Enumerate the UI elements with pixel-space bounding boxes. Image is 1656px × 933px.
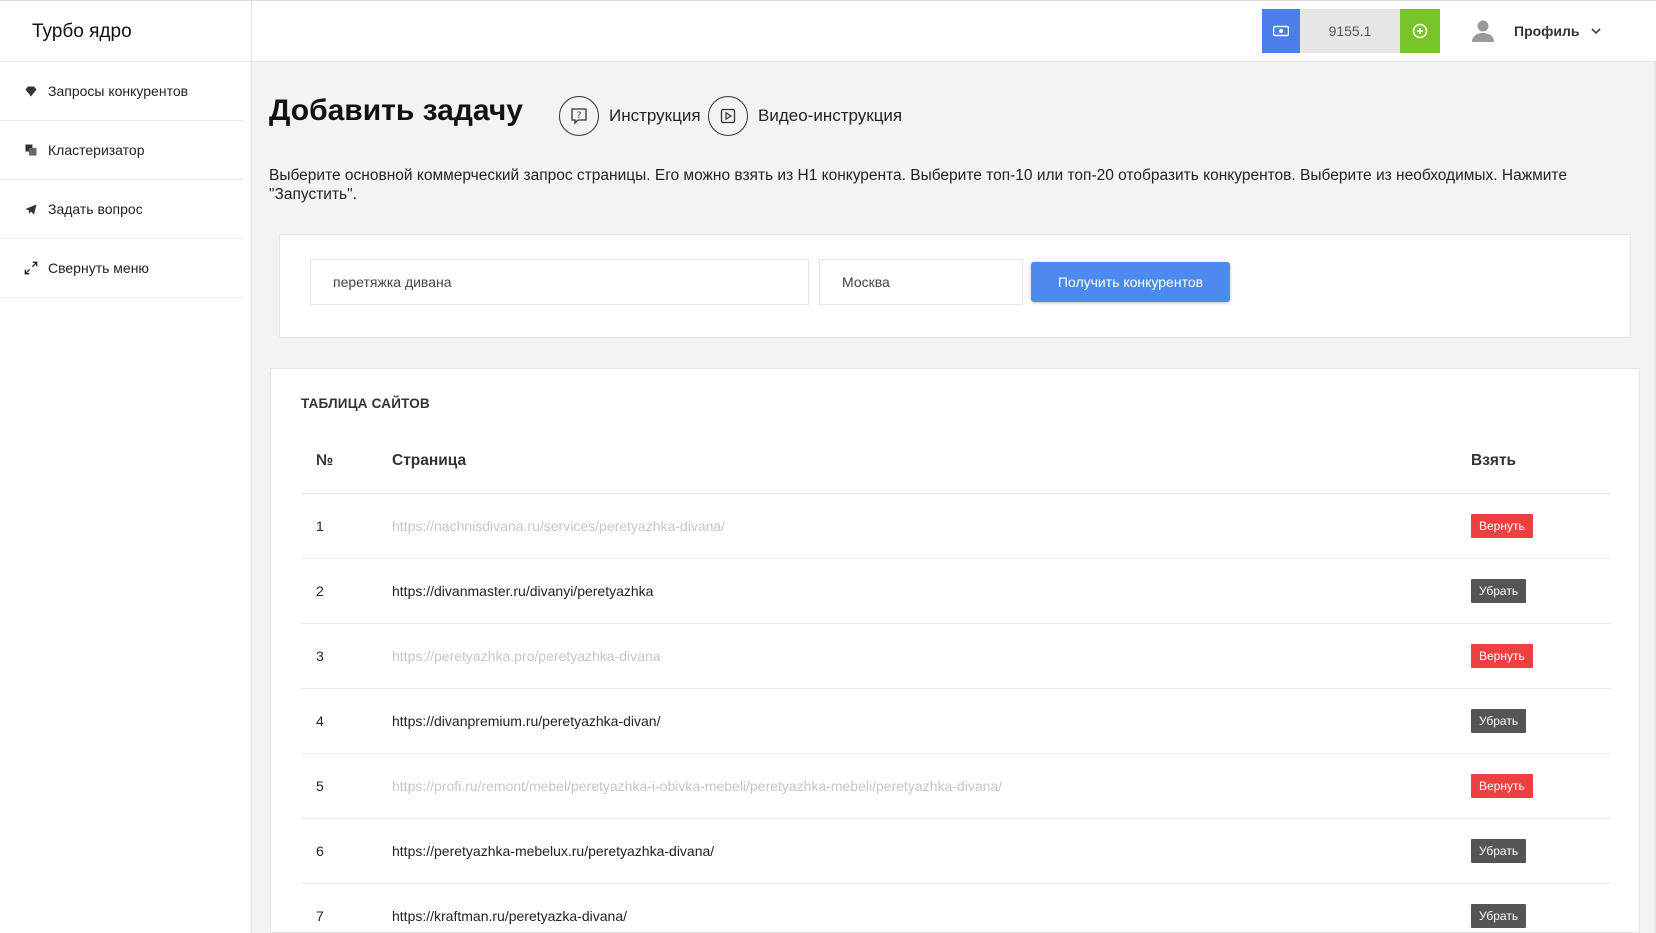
row-number: 4	[316, 713, 324, 729]
telegram-icon	[24, 204, 38, 215]
instruction-link[interactable]: ? Инструкция	[559, 96, 701, 136]
return-button[interactable]: Вернуть	[1471, 514, 1533, 538]
video-instruction-label: Видео-инструкция	[758, 106, 903, 125]
diamond-icon	[24, 86, 38, 97]
question-icon: ?	[559, 96, 599, 136]
table-row: 5 https://profi.ru/remont/mebel/peretyazh…	[301, 754, 1611, 819]
region-input[interactable]	[819, 259, 1023, 305]
profile-label: Профиль	[1514, 23, 1580, 39]
row-action-cell: Вернуть	[1471, 774, 1533, 798]
row-url-link[interactable]: https://kraftman.ru/peretyazka-divana/	[392, 908, 627, 924]
sidebar: Запросы конкурентов Кластеризатор Задать…	[0, 62, 252, 933]
query-input[interactable]	[310, 259, 809, 305]
top-bar: Турбо ядро 9155.1 Профиль	[0, 0, 1656, 63]
sidebar-item-label: Кластеризатор	[48, 142, 145, 158]
row-url-link[interactable]: https://nachnisdivana.ru/services/perety…	[392, 518, 725, 534]
table-title: ТАБЛИЦА САЙТОВ	[301, 396, 430, 411]
query-form: Получить конкурентов	[279, 234, 1631, 338]
row-action-cell: Убрать	[1471, 709, 1527, 733]
row-url-link[interactable]: https://profi.ru/remont/mebel/peretyazhk…	[392, 778, 1002, 794]
row-number: 6	[316, 843, 324, 859]
svg-text:?: ?	[577, 111, 582, 121]
row-url-link[interactable]: https://divanmaster.ru/divanyi/peretyazh…	[392, 583, 653, 599]
sites-table: № Страница Взять 1 https://nachnisdivana.…	[301, 429, 1611, 932]
row-action-cell: Вернуть	[1471, 644, 1533, 668]
sidebar-item-ask-question[interactable]: Задать вопрос	[0, 180, 243, 239]
video-instruction-link[interactable]: Видео-инструкция	[708, 96, 902, 136]
return-button[interactable]: Вернуть	[1471, 774, 1533, 798]
row-number: 3	[316, 648, 324, 664]
instruction-label: Инструкция	[609, 106, 701, 125]
remove-button[interactable]: Убрать	[1471, 709, 1527, 733]
sidebar-item-label: Свернуть меню	[48, 260, 149, 276]
table-row: 3 https://peretyazhka.pro/peretyazhka-div…	[301, 624, 1611, 689]
page-title: Добавить задачу	[269, 94, 523, 127]
app-title[interactable]: Турбо ядро	[0, 1, 252, 63]
row-action-cell: Убрать	[1471, 839, 1527, 863]
row-action-cell: Убрать	[1471, 904, 1527, 928]
plus-circle-icon	[1412, 23, 1428, 39]
balance-widget: 9155.1	[1262, 9, 1440, 53]
sidebar-item-label: Запросы конкурентов	[48, 83, 189, 99]
row-url-link[interactable]: https://divanpremium.ru/peretyazhka-diva…	[392, 713, 660, 729]
add-funds-button[interactable]	[1400, 9, 1440, 53]
header-num: №	[316, 452, 334, 469]
sidebar-item-clusterizer[interactable]: Кластеризатор	[0, 121, 243, 180]
header-take: Взять	[1471, 452, 1517, 469]
table-header-row: № Страница Взять	[301, 429, 1611, 494]
row-url-link[interactable]: https://peretyazhka-mebelux.ru/peretyazh…	[392, 843, 714, 859]
wallet-icon[interactable]	[1262, 9, 1300, 53]
sidebar-item-competitor-queries[interactable]: Запросы конкурентов	[0, 62, 243, 121]
play-icon	[708, 96, 748, 136]
table-row: 6 https://peretyazhka-mebelux.ru/peretyaz…	[301, 819, 1611, 884]
layers-icon	[24, 144, 38, 156]
sidebar-item-collapse-menu[interactable]: Свернуть меню	[0, 239, 243, 298]
row-number: 2	[316, 583, 324, 599]
row-action-cell: Убрать	[1471, 579, 1527, 603]
chevron-down-icon	[1590, 28, 1601, 35]
return-button[interactable]: Вернуть	[1471, 644, 1533, 668]
sites-table-card: ТАБЛИЦА САЙТОВ № Страница Взять 1 https:/…	[270, 368, 1640, 933]
profile-menu[interactable]: Профиль	[1470, 9, 1602, 53]
row-number: 1	[316, 518, 324, 534]
table-row: 7 https://kraftman.ru/peretyazka-divana/У…	[301, 884, 1611, 932]
row-action-cell: Вернуть	[1471, 514, 1533, 538]
expand-icon	[24, 260, 38, 276]
table-row: 4 https://divanpremium.ru/peretyazhka-div…	[301, 689, 1611, 754]
balance-value: 9155.1	[1300, 9, 1400, 53]
remove-button[interactable]: Убрать	[1471, 579, 1527, 603]
sidebar-item-label: Задать вопрос	[48, 201, 143, 217]
table-row: 1 https://nachnisdivana.ru/services/peret…	[301, 494, 1611, 559]
remove-button[interactable]: Убрать	[1471, 904, 1527, 928]
header-page: Страница	[392, 452, 467, 469]
row-number: 7	[316, 908, 324, 924]
remove-button[interactable]: Убрать	[1471, 839, 1527, 863]
user-icon	[1472, 20, 1494, 42]
get-competitors-button[interactable]: Получить конкурентов	[1031, 262, 1230, 302]
row-url-link[interactable]: https://peretyazhka.pro/peretyazhka-diva…	[392, 648, 661, 664]
table-row: 2 https://divanmaster.ru/divanyi/peretyaz…	[301, 559, 1611, 624]
row-number: 5	[316, 778, 324, 794]
page-description: Выберите основной коммерческий запрос ст…	[269, 167, 1567, 203]
